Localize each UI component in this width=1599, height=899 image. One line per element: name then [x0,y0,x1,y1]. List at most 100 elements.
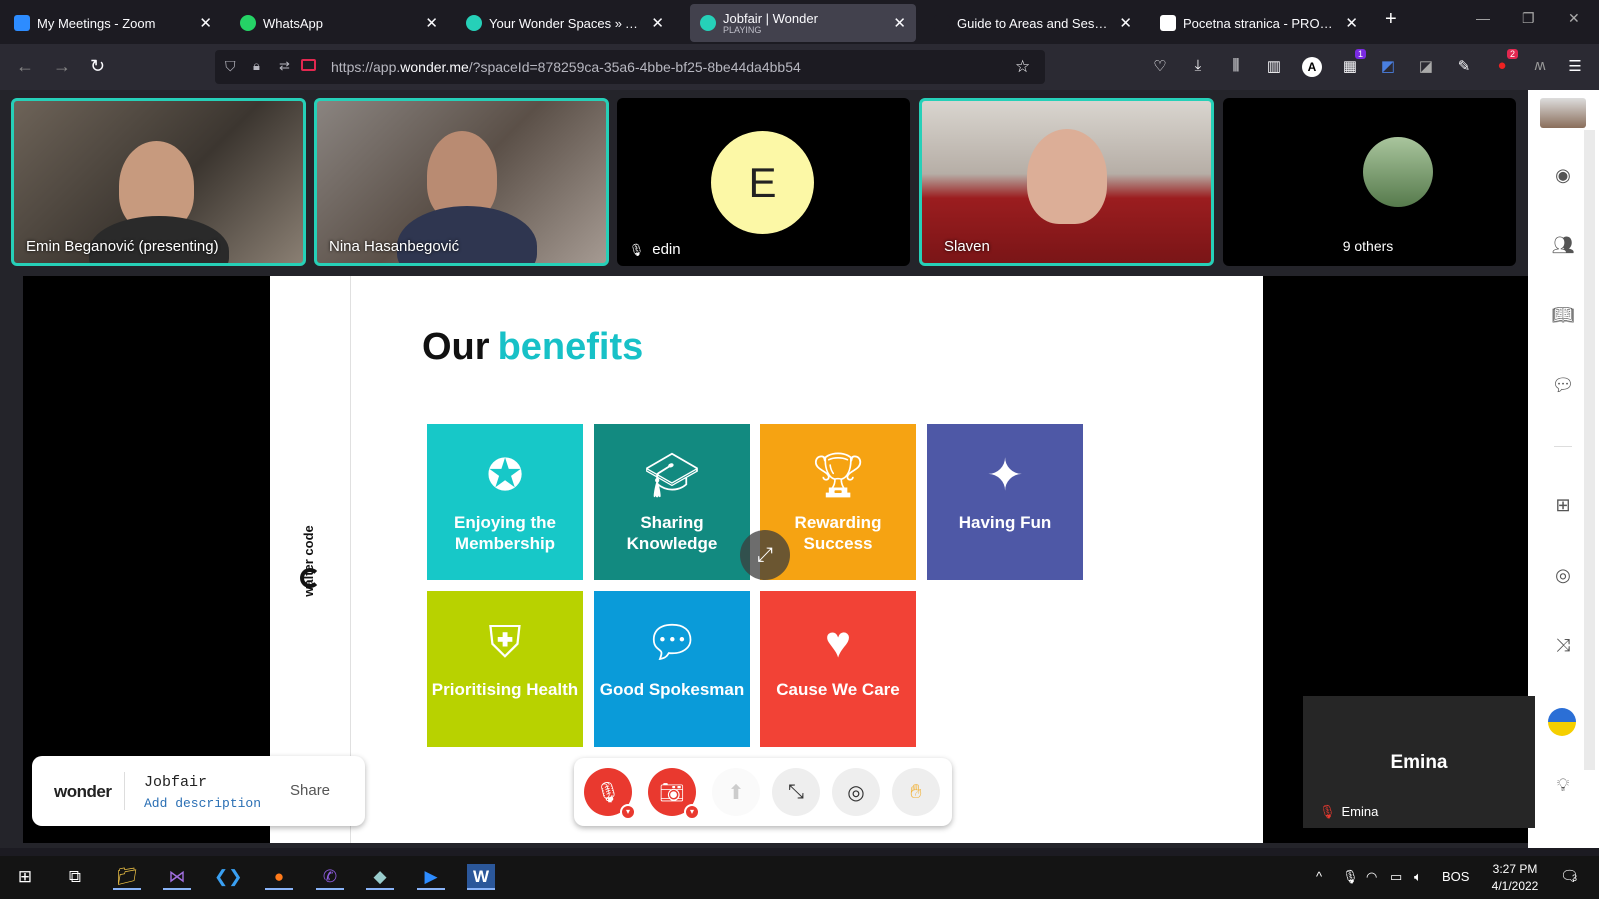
close-window-button[interactable]: ✕ [1568,10,1580,27]
participant-tile[interactable]: Slaven [919,98,1214,266]
extension-icon[interactable]: ▦ 1 [1340,49,1366,75]
benefit-label: Sharing Knowledge [626,513,718,553]
people-icon[interactable]: 👥︎ [1550,232,1576,258]
lock-icon[interactable]: 🔒︎ [253,58,260,74]
url-bar[interactable]: ⛉ 🔒︎ ⇄ https://app.wonder.me/?spaceId=87… [215,50,1045,84]
firefox-icon[interactable]: ● [265,864,293,890]
tab-zoom[interactable]: My Meetings - Zoom ✕ [4,4,222,42]
chat-icon[interactable]: 💬︎ [1550,372,1576,398]
slide-title-accent: benefits [497,326,644,368]
forward-icon[interactable]: → [53,56,71,77]
tab-wonder-spaces[interactable]: Your Wonder Spaces » All in O ✕ [456,4,674,42]
chevron-down-icon[interactable]: ▾ [684,804,700,820]
tab-guide[interactable]: Guide to Areas and Sessions | V ✕ [924,4,1142,42]
benefit-label: Having Fun [958,513,1052,532]
menu-icon[interactable]: ☰ [1565,57,1585,75]
self-view-tile[interactable]: Emina 🎙︎ Emina [1303,696,1535,828]
permissions-icon[interactable]: ⇄ [279,58,290,74]
share-button[interactable]: Share [290,782,330,799]
benefit-card: ♥ Cause We Care [760,591,916,747]
page-icon [1160,15,1176,31]
bookmark-star-icon[interactable]: ☆ [1015,57,1030,77]
extension-icon[interactable]: ◪ [1416,57,1436,75]
minimize-icon: ⤡ [788,780,804,803]
profile-icon[interactable]: ◉ [1550,162,1576,188]
participant-tile[interactable]: E 🎙︎ edin [617,98,910,266]
task-view-icon[interactable]: ⧉ [61,864,89,890]
minimize-button[interactable]: — [1476,10,1490,26]
chevron-down-icon[interactable]: ▾ [620,804,636,820]
vscode-icon[interactable]: ❮❯ [214,864,243,890]
close-icon[interactable]: ✕ [1345,14,1358,32]
tab-whatsapp[interactable]: WhatsApp ✕ [230,4,448,42]
broadcast-icon[interactable]: ◎ [1550,562,1576,588]
shield-icon[interactable]: ⛉ [225,58,236,75]
add-description-link[interactable]: Add description [144,796,261,811]
tab-proni[interactable]: Pocetna stranica - PRONI Cent ✕ [1150,4,1368,42]
broadcast-button[interactable]: ◎ [832,768,880,816]
notification-icon[interactable]: 🗨︎ 3 [1560,867,1579,885]
tab-title: Guide to Areas and Sessions | V [957,15,1111,31]
download-icon[interactable]: ⤓ [1188,57,1208,74]
share-screen-button[interactable]: ⬆ [712,768,760,816]
wonder-logo: wonder [54,782,112,801]
camera-off-button[interactable]: 📷︎ ▾ [648,768,700,820]
pocket-icon[interactable]: ♡ [1150,57,1170,75]
participant-name-row: 🎙︎ edin [629,241,681,258]
clock[interactable]: 3:27 PM 4/1/2022 [1475,861,1555,895]
close-icon[interactable]: ✕ [199,14,212,32]
minimize-button[interactable]: ⤡ [772,768,820,816]
app-icon[interactable]: ◆ [366,864,394,890]
url-rest: /?spaceId=878259ca-35a6-4bbe-bf25-8be44d… [468,59,801,75]
word-icon[interactable]: W [467,864,495,890]
library-icon[interactable]: ⫼ [1226,57,1246,74]
ukraine-flag-icon[interactable] [1548,708,1576,736]
chevron-up-icon[interactable]: ^ [1316,869,1322,884]
browser-tab-bar: My Meetings - Zoom ✕ WhatsApp ✕ Your Won… [0,0,1599,44]
extension-icon[interactable]: ✎ [1454,57,1474,75]
participant-tile[interactable]: Emin Beganović (presenting) [11,98,306,266]
new-tab-button[interactable]: + [1385,8,1397,31]
wifi-icon[interactable]: ◠ [1366,869,1377,885]
others-tile[interactable]: 9 others [1223,98,1516,266]
viber-icon[interactable]: ✆ [316,864,344,890]
extension-icon[interactable]: ● 2 [1492,49,1518,74]
account-icon[interactable]: A [1302,57,1322,77]
participant-video [1027,129,1107,224]
volume-icon[interactable]: 🔈︎ [1414,869,1422,885]
sidebar-divider [1554,446,1572,447]
file-explorer-icon[interactable]: 📁︎ [113,864,141,890]
extension-icon[interactable]: ◩ [1378,57,1398,75]
shuffle-icon[interactable]: ⤨ [1550,632,1576,658]
restore-button[interactable]: ❐ [1522,10,1535,27]
windows-start-icon[interactable]: ⊞ [11,864,39,890]
close-icon[interactable]: ✕ [651,14,664,32]
camera-sharing-icon[interactable] [301,59,316,71]
scrollbar[interactable] [1584,130,1595,770]
party-popper-icon: ✦ [986,451,1024,500]
tab-jobfair-wonder[interactable]: Jobfair | Wonder PLAYING ✕ [690,4,916,42]
book-icon[interactable]: 📖︎ [1550,302,1576,328]
extension-badge: 1 [1354,49,1366,59]
language-indicator[interactable]: BOS [1442,869,1469,884]
trophy-icon: 🏆︎ [810,451,866,500]
raise-hand-button[interactable]: ✋︎ [892,768,940,816]
mic-off-button[interactable]: 🎙︎ ▾ [584,768,636,820]
sidebar-toggle-icon[interactable]: ▥ [1264,57,1284,75]
visual-studio-icon[interactable]: ⋈ [163,864,191,890]
close-icon[interactable]: ✕ [425,14,438,32]
participant-tile[interactable]: Nina Hasanbegović [314,98,609,266]
reload-icon[interactable]: ↻ [90,56,105,77]
close-icon[interactable]: ✕ [893,14,906,32]
extension-icon[interactable]: ʍ [1530,57,1550,74]
back-icon[interactable]: ← [16,56,34,77]
lightbulb-icon[interactable]: 💡︎ [1550,772,1576,798]
close-icon[interactable]: ✕ [1119,14,1132,32]
zoom-icon[interactable]: ▶ [417,864,445,890]
avatar[interactable] [1540,98,1586,128]
expand-icon[interactable]: ⤢ [740,530,790,580]
grid-icon[interactable]: ⊞ [1550,492,1576,518]
broadcast-icon: ◎ [847,781,865,804]
battery-icon[interactable]: ▭ [1390,869,1402,885]
microphone-icon[interactable]: 🎙︎ [1342,869,1359,885]
